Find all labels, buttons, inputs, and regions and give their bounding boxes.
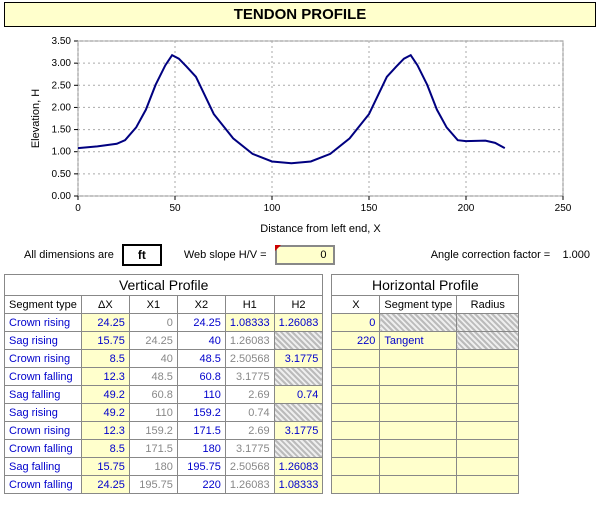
- table-row: [332, 350, 519, 368]
- vertical-header: ΔX: [81, 296, 129, 314]
- svg-text:50: 50: [169, 203, 181, 214]
- svg-text:100: 100: [263, 203, 280, 214]
- vertical-header: X2: [177, 296, 225, 314]
- svg-text:1.50: 1.50: [51, 125, 71, 136]
- horizontal-header: Segment type: [380, 296, 457, 314]
- unit-box[interactable]: ft: [122, 244, 162, 266]
- dimensions-label: All dimensions are: [24, 249, 114, 261]
- svg-text:3.00: 3.00: [51, 58, 71, 69]
- table-row[interactable]: Crown rising12.3159.2171.52.693.1775: [5, 422, 323, 440]
- table-row[interactable]: Sag falling15.75180195.752.505681.26083: [5, 458, 323, 476]
- table-row[interactable]: Crown rising24.25024.251.083331.26083: [5, 314, 323, 332]
- angle-label: Angle correction factor =: [431, 249, 551, 261]
- table-row[interactable]: Crown falling8.5171.51803.1775: [5, 440, 323, 458]
- table-row[interactable]: Crown falling24.25195.752201.260831.0833…: [5, 476, 323, 494]
- table-row: [332, 422, 519, 440]
- svg-text:150: 150: [360, 203, 377, 214]
- horizontal-title: Horizontal Profile: [332, 275, 519, 296]
- chart-svg: 0.00 0.50 1.00 1.50 2.00 2.50 3.00 3.50 0 50 100 15…: [23, 31, 578, 236]
- table-row[interactable]: Sag rising49.2110159.20.74: [5, 404, 323, 422]
- horizontal-header: Radius: [457, 296, 519, 314]
- svg-text:0.50: 0.50: [51, 169, 71, 180]
- vertical-profile-table: Vertical Profile Segment typeΔXX1X2H1H2 …: [4, 274, 323, 494]
- svg-text:250: 250: [554, 203, 571, 214]
- table-row: [332, 404, 519, 422]
- slope-input[interactable]: 0: [275, 245, 335, 265]
- table-row: [332, 458, 519, 476]
- table-row[interactable]: 220Tangent: [332, 332, 519, 350]
- table-row[interactable]: Sag rising15.7524.25401.26083: [5, 332, 323, 350]
- controls-row: All dimensions are ft Web slope H/V = 0 …: [24, 244, 590, 266]
- angle-value: 1.000: [562, 249, 590, 261]
- vertical-title: Vertical Profile: [5, 275, 323, 296]
- svg-text:Elevation, H: Elevation, H: [30, 89, 42, 148]
- table-row[interactable]: Crown falling12.348.560.83.1775: [5, 368, 323, 386]
- table-row: [332, 440, 519, 458]
- svg-text:0.00: 0.00: [51, 191, 71, 202]
- svg-text:0: 0: [75, 203, 81, 214]
- table-row: [332, 476, 519, 494]
- horizontal-profile-table: Horizontal Profile XSegment typeRadius 0…: [331, 274, 519, 494]
- slope-label: Web slope H/V =: [184, 249, 267, 261]
- svg-text:2.00: 2.00: [51, 102, 71, 113]
- vertical-header: H1: [225, 296, 274, 314]
- svg-text:Distance from left end, X: Distance from left end, X: [260, 223, 381, 235]
- svg-text:2.50: 2.50: [51, 80, 71, 91]
- table-row[interactable]: 0: [332, 314, 519, 332]
- table-row[interactable]: Crown rising8.54048.52.505683.1775: [5, 350, 323, 368]
- svg-text:200: 200: [457, 203, 474, 214]
- svg-text:3.50: 3.50: [51, 36, 71, 47]
- vertical-header: Segment type: [5, 296, 82, 314]
- table-row: [332, 386, 519, 404]
- vertical-header: X1: [129, 296, 177, 314]
- page-title: TENDON PROFILE: [4, 2, 596, 27]
- horizontal-header: X: [332, 296, 380, 314]
- tendon-chart: 0.00 0.50 1.00 1.50 2.00 2.50 3.00 3.50 0 50 100 15…: [23, 31, 578, 236]
- vertical-header: H2: [274, 296, 323, 314]
- table-row[interactable]: Sag falling49.260.81102.690.74: [5, 386, 323, 404]
- table-row: [332, 368, 519, 386]
- svg-text:1.00: 1.00: [51, 147, 71, 158]
